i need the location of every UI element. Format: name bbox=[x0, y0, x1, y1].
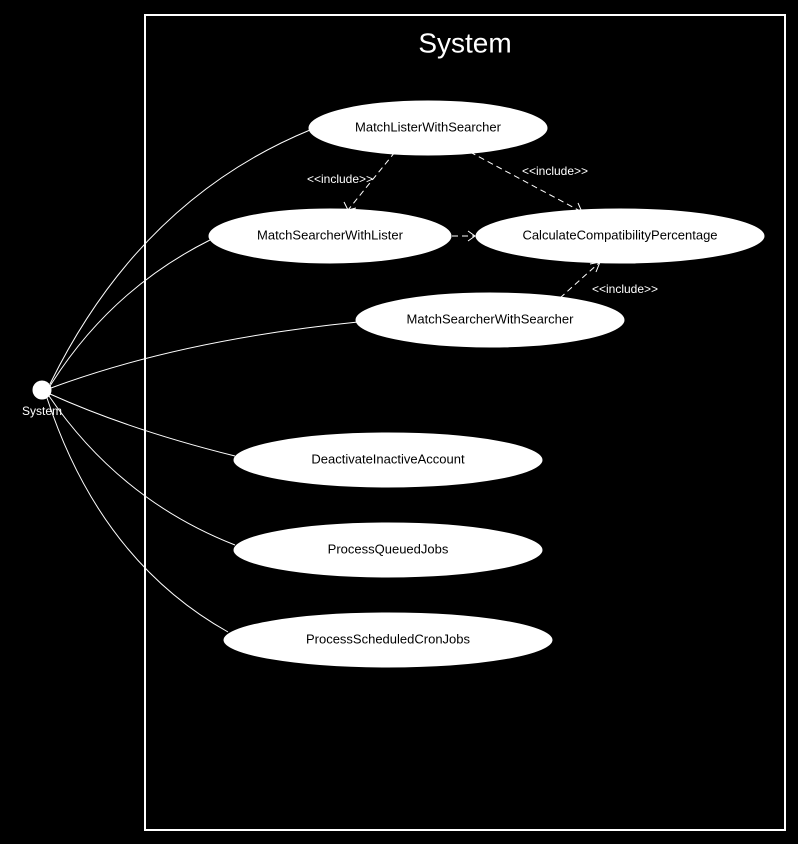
assoc-actor-uc7 bbox=[47, 398, 228, 632]
use-case-diagram: System System MatchListerWithSearcher Ma… bbox=[0, 0, 798, 844]
include-label-12: <<include>> bbox=[307, 172, 373, 186]
include-label-43: <<include>> bbox=[592, 282, 658, 296]
usecase-label-uc1: MatchListerWithSearcher bbox=[355, 119, 502, 134]
assoc-actor-uc4 bbox=[51, 322, 358, 388]
usecase-label-uc4: MatchSearcherWithSearcher bbox=[407, 311, 575, 326]
include-uc1-uc3: <<include>> bbox=[470, 152, 588, 212]
system-boundary-label: System bbox=[418, 27, 511, 58]
include-uc4-uc3: <<include>> bbox=[560, 262, 658, 298]
assoc-actor-uc2 bbox=[50, 240, 210, 386]
usecase-label-uc6: ProcessQueuedJobs bbox=[328, 541, 449, 556]
include-label-13: <<include>> bbox=[522, 164, 588, 178]
include-uc1-uc2: <<include>> bbox=[307, 152, 395, 210]
include-uc2-uc3 bbox=[452, 231, 475, 241]
usecase-label-uc5: DeactivateInactiveAccount bbox=[311, 451, 465, 466]
usecase-label-uc7: ProcessScheduledCronJobs bbox=[306, 631, 471, 646]
assoc-actor-uc5 bbox=[50, 394, 235, 456]
usecase-label-uc2: MatchSearcherWithLister bbox=[257, 227, 404, 242]
usecase-label-uc3: CalculateCompatibilityPercentage bbox=[522, 227, 717, 242]
